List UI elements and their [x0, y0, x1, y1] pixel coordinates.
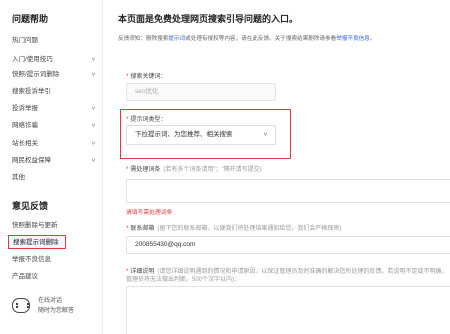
- feedback-form: 本页面是免费处理网页搜索引导问题的入口。 反馈须知：删除搜索提示词或处理有侵权等…: [104, 0, 450, 334]
- chevron-down-icon: ∨: [90, 106, 96, 112]
- online-chat[interactable]: 在线对话 随时为您解答: [12, 296, 98, 320]
- sidebar-item-getting-started[interactable]: 入门/使用技巧 ∨: [12, 53, 100, 67]
- sidebar-item-user-rights[interactable]: 网民权益保障 ∨: [12, 154, 100, 168]
- term-error: 请填写需处理词条: [126, 210, 173, 216]
- feedback-item-product-suggestion[interactable]: 产品建议: [12, 270, 100, 284]
- sidebar-item-webmaster[interactable]: 站长相关 ∨: [12, 137, 100, 151]
- chevron-down-icon: ∨: [262, 132, 268, 138]
- chevron-down-icon: ∨: [90, 72, 96, 78]
- sidebar: 问题帮助 热门问题 入门/使用技巧 ∨ 快照/提示词删除 ∨ 搜索投诉举引 投诉举报…: [0, 0, 103, 334]
- chevron-down-icon: ∨: [90, 123, 96, 129]
- detail-textarea[interactable]: [126, 286, 450, 334]
- feedback-item-suggestion-deletion[interactable]: 搜索提示词删除: [8, 235, 66, 249]
- report-link[interactable]: 举报不良信息: [336, 36, 370, 42]
- notice-text: 反馈须知：删除搜索提示词或处理有侵权等内容，请在此反馈。关于搜索结果删除请参看举…: [118, 36, 376, 42]
- sidebar-item-other[interactable]: 其他: [12, 171, 100, 185]
- term-input[interactable]: [126, 179, 450, 203]
- sidebar-item-hot-questions[interactable]: 热门问题: [12, 34, 100, 48]
- chevron-down-icon: ∨: [90, 57, 96, 63]
- feedback-item-report-bad-info[interactable]: 举报不良信息: [12, 253, 100, 267]
- email-label: * 联系邮箱 (留下您的联系邮箱，以便我们将处理结果通知给您，我们会严格保密): [126, 226, 342, 232]
- term-label: * 需处理词条 (若有多个词条请用"；"隔开请写提交): [126, 167, 262, 173]
- suggestion-link[interactable]: 提示词: [168, 36, 185, 42]
- chevron-down-icon: ∨: [90, 158, 96, 164]
- detail-label: * 详细说明 (请您详细说明遇到的情况和申请原因，以保证管理员及时准确的解决您所处理…: [126, 269, 448, 283]
- chat-label: 在线对话: [38, 298, 63, 304]
- type-select[interactable]: 下拉提示词、为您推荐、相关搜索 ∨: [126, 125, 276, 145]
- chat-icon: [12, 298, 30, 313]
- feedback-item-snapshot[interactable]: 快照删除与更新: [12, 219, 100, 233]
- sidebar-item-report[interactable]: 投诉举报 ∨: [12, 102, 100, 116]
- keyword-input[interactable]: seo优化: [126, 83, 276, 101]
- sidebar-item-fraud[interactable]: 网络诈骗 ∨: [12, 119, 100, 133]
- chevron-down-icon: ∨: [90, 141, 96, 147]
- keyword-label: * 搜索关键词：: [126, 74, 167, 80]
- sidebar-item-search-complaint[interactable]: 搜索投诉举引: [12, 85, 100, 99]
- chat-sublabel: 随时为您解答: [38, 308, 75, 314]
- sidebar-section-title: 问题帮助: [12, 14, 49, 24]
- type-label: * 提示词类型：: [126, 117, 167, 123]
- sidebar-section-title: 意见反馈: [12, 201, 49, 211]
- page-title: 本页面是免费处理网页搜索引导问题的入口。: [118, 14, 299, 24]
- sidebar-item-snapshot-deletion[interactable]: 快照/提示词删除 ∨: [12, 68, 100, 82]
- email-field[interactable]: 200855430@qq.com: [126, 236, 450, 254]
